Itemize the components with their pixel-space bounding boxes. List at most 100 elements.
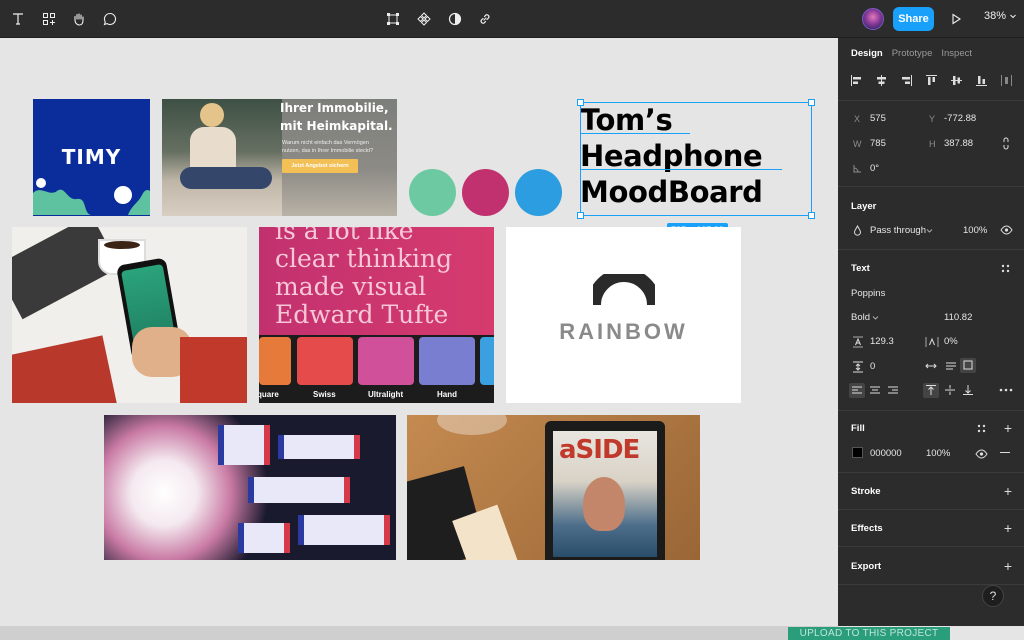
user-avatar[interactable] xyxy=(862,8,884,30)
color-swatch-magenta[interactable] xyxy=(462,169,509,216)
timy-logo-card[interactable]: TIMY xyxy=(33,99,150,216)
font-swatch[interactable] xyxy=(358,337,414,385)
divider xyxy=(838,546,1024,547)
vertical-align-middle-icon[interactable] xyxy=(944,384,956,396)
auto-width-icon[interactable] xyxy=(925,362,937,370)
typography-card[interactable]: is a lot like clear thinking made visual… xyxy=(259,227,494,403)
divider xyxy=(838,509,1024,510)
align-horizontal-center-icon[interactable] xyxy=(875,74,888,87)
share-button[interactable]: Share xyxy=(893,7,934,31)
fill-hex-input[interactable]: 000000 xyxy=(870,448,902,459)
color-swatch-blue[interactable] xyxy=(515,169,562,216)
person-head-shape xyxy=(200,103,224,127)
zoom-menu[interactable]: 38% xyxy=(984,10,1017,22)
present-play-icon[interactable] xyxy=(944,7,968,31)
frame-icon[interactable] xyxy=(381,7,405,31)
banner-cta-button[interactable]: Jetzt Angebot sichern xyxy=(282,159,358,173)
add-export-icon[interactable]: + xyxy=(1004,559,1012,573)
width-input[interactable]: 785 xyxy=(870,138,886,149)
glitch-art-card[interactable] xyxy=(104,415,396,560)
text-tool-icon[interactable] xyxy=(6,7,30,31)
tab-inspect[interactable]: Inspect xyxy=(941,48,972,59)
resize-handle-se[interactable] xyxy=(808,212,815,219)
contrast-icon[interactable] xyxy=(443,7,467,31)
remove-fill-icon[interactable] xyxy=(1000,452,1010,454)
text-styles-grid-icon[interactable] xyxy=(1001,264,1010,273)
align-left-icon[interactable] xyxy=(850,74,863,87)
height-input[interactable]: 387.88 xyxy=(944,138,973,149)
letter-spacing-icon xyxy=(925,337,939,347)
align-vertical-center-icon[interactable] xyxy=(950,74,963,87)
more-options-icon[interactable] xyxy=(999,388,1013,392)
comment-icon[interactable] xyxy=(98,7,122,31)
font-swatch[interactable] xyxy=(419,337,475,385)
align-bottom-icon[interactable] xyxy=(975,74,988,87)
cover-face-shape xyxy=(583,477,625,531)
add-effect-icon[interactable]: + xyxy=(1004,521,1012,535)
layer-opacity-input[interactable]: 100% xyxy=(963,225,987,236)
heimkapital-banner-card[interactable]: Ihrer Immobilie, mit Heimkapital. Warum … xyxy=(162,99,397,216)
figma-app: Share 38% TIMY Ihrer Immobilie, mit Heim… xyxy=(0,0,1024,640)
phone-photo-card[interactable] xyxy=(12,227,247,403)
tab-prototype[interactable]: Prototype xyxy=(892,48,933,59)
letter-spacing-input[interactable]: 0% xyxy=(944,336,958,347)
font-weight-select[interactable]: Bold xyxy=(851,312,870,323)
x-input[interactable]: 575 xyxy=(870,113,886,124)
chevron-down-icon xyxy=(1010,14,1016,19)
panel-tabs: Design Prototype Inspect xyxy=(851,48,972,59)
fixed-size-icon xyxy=(963,360,973,370)
fill-opacity-input[interactable]: 100% xyxy=(926,448,950,459)
h-label: H xyxy=(929,139,936,149)
y-input[interactable]: -772.88 xyxy=(944,113,976,124)
font-swatch[interactable] xyxy=(259,337,291,385)
blend-drop-icon xyxy=(853,225,862,236)
person-sweater-shape xyxy=(190,127,236,171)
paragraph-spacing-input[interactable]: 0 xyxy=(870,361,875,372)
help-button[interactable]: ? xyxy=(982,585,1004,607)
auto-height-icon[interactable] xyxy=(945,360,957,372)
hand-tool-icon[interactable] xyxy=(67,7,91,31)
add-stroke-icon[interactable]: + xyxy=(1004,484,1012,498)
banner-body-line2: nutzen, das in Ihrer Immobilie steckt? xyxy=(282,148,374,154)
constrain-proportions-icon[interactable] xyxy=(1001,137,1011,150)
fill-visibility-eye-icon[interactable] xyxy=(975,449,988,459)
text-align-right-icon[interactable] xyxy=(887,385,899,396)
font-size-input[interactable]: 110.82 xyxy=(944,312,972,323)
selection-box[interactable] xyxy=(580,102,812,216)
w-label: W xyxy=(853,139,862,149)
rainbow-logo-card[interactable]: RAINBOW xyxy=(506,227,741,403)
swatch-label: Ultralight xyxy=(368,390,404,399)
fill-color-chip[interactable] xyxy=(852,447,863,458)
blend-mode-select[interactable]: Pass through xyxy=(870,225,926,236)
components-icon[interactable] xyxy=(37,7,61,31)
resize-handle-nw[interactable] xyxy=(577,99,584,106)
upload-to-project-button[interactable]: UPLOAD TO THIS PROJECT xyxy=(788,627,950,640)
align-top-icon[interactable] xyxy=(925,74,938,87)
font-family-select[interactable]: Poppins xyxy=(851,288,885,299)
vertical-align-bottom-icon[interactable] xyxy=(962,384,974,396)
distribute-icon[interactable] xyxy=(1000,74,1013,87)
visibility-eye-icon[interactable] xyxy=(1000,225,1013,235)
magazine-photo-card[interactable]: aSIDE xyxy=(407,415,700,560)
stroke-section-title: Stroke xyxy=(851,486,881,497)
font-swatch[interactable] xyxy=(480,337,494,385)
resize-handle-sw[interactable] xyxy=(577,212,584,219)
rotation-input[interactable]: 0° xyxy=(870,163,879,174)
color-swatch-green[interactable] xyxy=(409,169,456,216)
canvas-bottom-strip xyxy=(0,626,838,640)
component-diamond-icon[interactable] xyxy=(412,7,436,31)
add-fill-icon[interactable]: + xyxy=(1004,421,1012,435)
glitch-block xyxy=(244,523,284,553)
font-swatch[interactable] xyxy=(297,337,353,385)
arm-shape xyxy=(180,337,247,403)
tab-design[interactable]: Design xyxy=(851,48,883,59)
x-label: X xyxy=(854,114,861,124)
line-height-input[interactable]: 129.3 xyxy=(870,336,894,347)
line-height-icon xyxy=(853,336,863,348)
timy-logo-text: TIMY xyxy=(61,145,122,169)
text-align-center-icon[interactable] xyxy=(869,385,881,396)
fill-styles-grid-icon[interactable] xyxy=(977,424,986,433)
resize-handle-ne[interactable] xyxy=(808,99,815,106)
align-right-icon[interactable] xyxy=(900,74,913,87)
link-icon[interactable] xyxy=(473,7,497,31)
